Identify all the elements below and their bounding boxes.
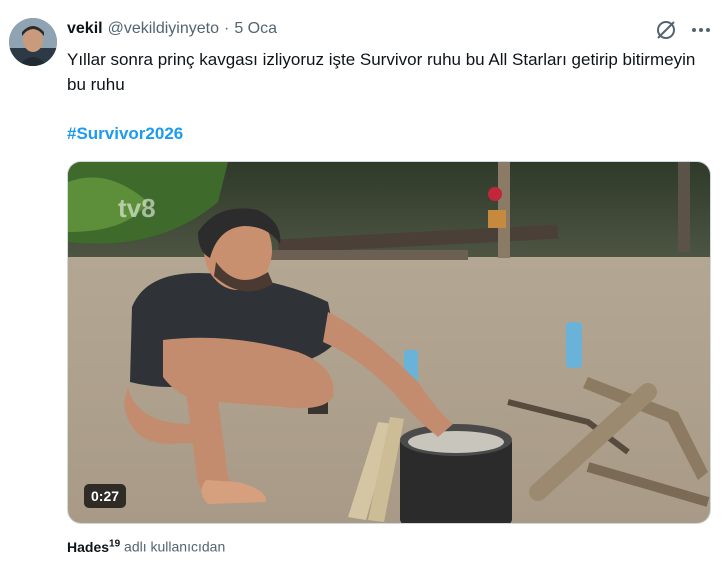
attribution-user-superscript: 19: [109, 538, 121, 549]
grok-icon: [657, 21, 675, 39]
watermark-text: tv8: [118, 193, 156, 223]
tweet-header: vekil @vekildiyinyeto · 5 Oca: [67, 20, 277, 42]
more-options-button[interactable]: [689, 18, 713, 42]
separator-dot: ·: [224, 20, 230, 37]
timestamp[interactable]: 5 Oca: [234, 20, 277, 38]
grok-button[interactable]: [654, 18, 678, 42]
more-icon: [692, 28, 710, 32]
video-player[interactable]: tv8: [67, 161, 711, 524]
attribution-user[interactable]: Hades19: [67, 538, 121, 555]
hashtag-link[interactable]: #Survivor2026: [67, 121, 183, 146]
avatar-image: [9, 18, 57, 66]
video-duration-badge: 0:27: [84, 484, 127, 508]
display-name[interactable]: vekil: [67, 20, 103, 38]
attribution-user-name: Hades: [67, 538, 110, 555]
user-handle[interactable]: @vekildiyinyeto: [108, 20, 219, 38]
video-thumbnail: tv8: [68, 162, 710, 523]
tweet-text: Yıllar sonra prinç kavgası izliyoruz işt…: [67, 50, 696, 94]
avatar[interactable]: [9, 18, 57, 66]
attribution: Hades19 adlı kullanıcıdan: [67, 534, 225, 557]
attribution-suffix: adlı kullanıcıdan: [124, 538, 226, 555]
